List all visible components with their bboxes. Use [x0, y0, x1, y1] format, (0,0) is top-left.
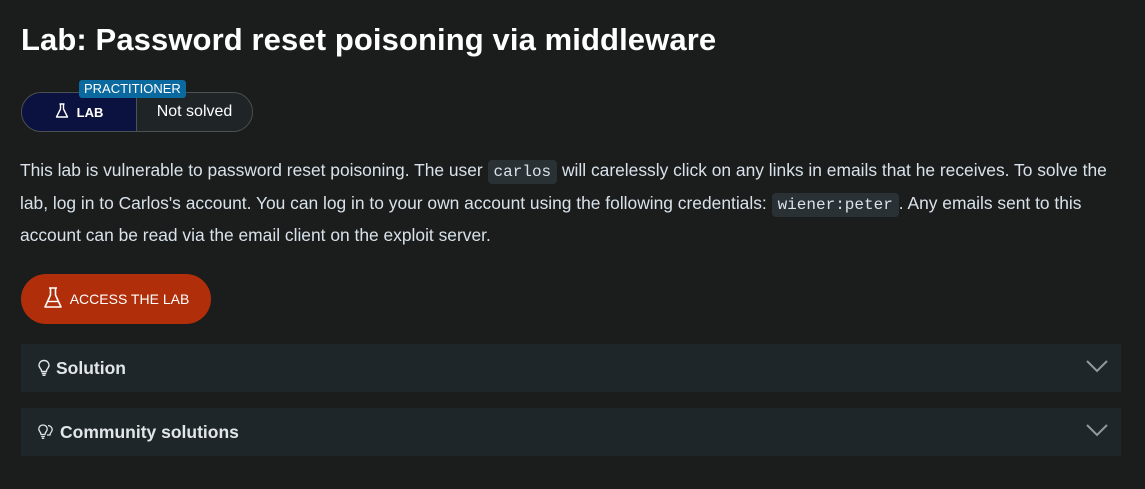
- lightbulbs-icon: [37, 423, 55, 441]
- flask-icon: [55, 102, 69, 122]
- lab-type-label: LAB: [76, 104, 104, 120]
- access-lab-button[interactable]: ACCESS THE LAB: [21, 274, 211, 324]
- community-solutions-label: Community solutions: [60, 421, 239, 442]
- chevron-down-icon[interactable]: [1085, 422, 1109, 443]
- solution-accordion[interactable]: Solution: [21, 344, 1121, 392]
- chevron-down-icon[interactable]: [1085, 358, 1109, 379]
- lab-badge: PRACTITIONER LAB Not solved: [21, 80, 253, 132]
- solution-label: Solution: [56, 357, 126, 378]
- lightbulb-icon: [37, 359, 51, 377]
- lab-description: This lab is vulnerable to password reset…: [20, 155, 1130, 251]
- lab-status-pill: LAB Not solved: [21, 92, 253, 132]
- lab-page: Lab: Password reset poisoning via middle…: [0, 0, 1145, 489]
- description-text: This lab is vulnerable to password reset…: [20, 160, 488, 180]
- inline-code-username: carlos: [487, 160, 558, 184]
- lab-type-segment: LAB: [22, 93, 137, 131]
- inline-code-credentials: wiener:peter: [771, 192, 899, 217]
- lab-status: Not solved: [137, 93, 252, 131]
- level-tag: PRACTITIONER: [79, 80, 186, 98]
- community-solutions-accordion[interactable]: Community solutions: [21, 408, 1121, 456]
- page-title: Lab: Password reset poisoning via middle…: [21, 22, 717, 57]
- access-lab-label: ACCESS THE LAB: [69, 291, 190, 307]
- flask-icon: [43, 286, 63, 313]
